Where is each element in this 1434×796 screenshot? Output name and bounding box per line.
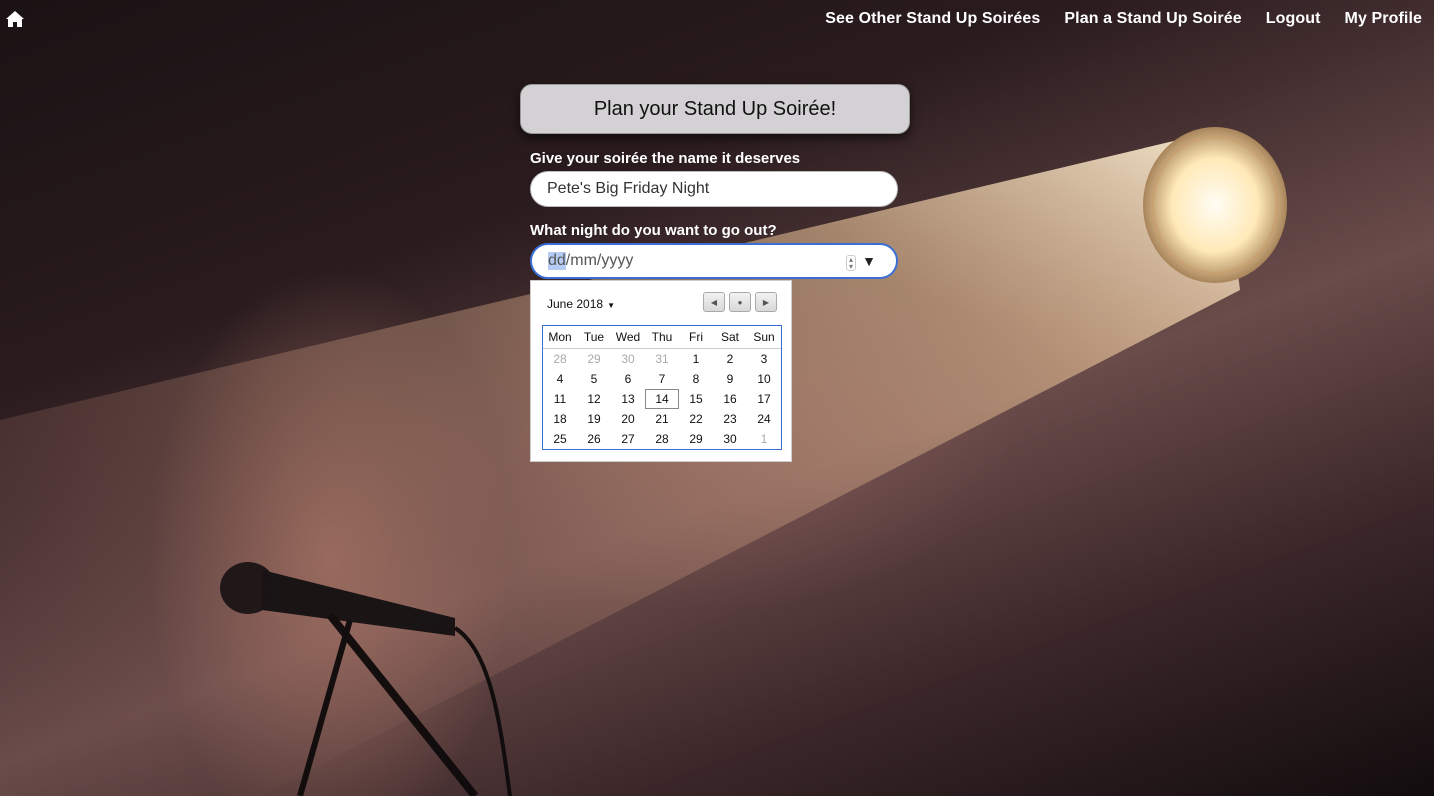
calendar-week-row: 28 29 30 31 1 2 3 <box>543 349 781 369</box>
calendar-day[interactable]: 4 <box>543 370 577 388</box>
calendar-day[interactable]: 3 <box>747 350 781 368</box>
calendar-day[interactable]: 2 <box>713 350 747 368</box>
soiree-name-value: Pete's Big Friday Night <box>547 180 710 197</box>
date-picker-popup: June 2018 ▼ ◀ ● ▶ Mon Tue Wed Thu Fri Sat… <box>530 280 792 462</box>
calendar-day[interactable]: 1 <box>679 350 713 368</box>
weekday-label: Sat <box>720 330 739 344</box>
calendar-day[interactable]: 29 <box>577 350 611 368</box>
stepper-icon[interactable]: ▴ ▾ <box>846 255 856 271</box>
navbar: See Other Stand Up Soirées Plan a Stand … <box>0 0 1434 40</box>
today-button[interactable]: ● <box>729 292 751 312</box>
calendar-day[interactable]: 12 <box>577 390 611 408</box>
calendar-day[interactable]: 28 <box>543 350 577 368</box>
calendar-day[interactable]: 22 <box>679 410 713 428</box>
calendar-day[interactable]: 26 <box>577 430 611 448</box>
date-rest-segment[interactable]: /mm/yyyy <box>566 252 634 270</box>
month-label: June 2018 <box>547 297 604 311</box>
dropdown-arrow-icon[interactable]: ▼ <box>862 253 876 269</box>
calendar-day[interactable]: 23 <box>713 410 747 428</box>
page-title: Plan your Stand Up Soirée! <box>520 84 910 134</box>
weekday-label: Fri <box>689 330 703 344</box>
calendar-week-row: 11 12 13 14 15 16 17 <box>543 389 781 409</box>
calendar-day[interactable]: 19 <box>577 410 611 428</box>
calendar-day[interactable]: 1 <box>747 430 781 448</box>
date-input[interactable]: dd/mm/yyyy ▴ ▾ ▼ <box>530 243 898 279</box>
calendar-day[interactable]: 8 <box>679 370 713 388</box>
calendar-day[interactable]: 29 <box>679 430 713 448</box>
calendar-week-row: 18 19 20 21 22 23 24 <box>543 409 781 429</box>
calendar-day[interactable]: 21 <box>645 410 679 428</box>
weekday-label: Wed <box>615 330 641 344</box>
prev-month-button[interactable]: ◀ <box>703 292 725 312</box>
calendar-weekday-row: Mon Tue Wed Thu Fri Sat Sun <box>543 326 781 349</box>
calendar-day[interactable]: 24 <box>747 410 781 428</box>
soiree-name-input[interactable]: Pete's Big Friday Night <box>530 171 898 207</box>
calendar-day[interactable]: 9 <box>713 370 747 388</box>
calendar-week-row: 4 5 6 7 8 9 10 <box>543 369 781 389</box>
calendar-day[interactable]: 16 <box>713 390 747 408</box>
nav-link-plan[interactable]: Plan a Stand Up Soirée <box>1064 10 1241 28</box>
picker-nav: ◀ ● ▶ <box>703 292 777 312</box>
calendar-day[interactable]: 20 <box>611 410 645 428</box>
calendar-day[interactable]: 7 <box>645 370 679 388</box>
nav-link-see-other[interactable]: See Other Stand Up Soirées <box>825 10 1040 28</box>
month-select[interactable]: June 2018 ▼ <box>547 297 615 311</box>
date-day-segment[interactable]: dd <box>548 252 566 270</box>
nav-link-logout[interactable]: Logout <box>1266 10 1321 28</box>
calendar-day[interactable]: 11 <box>543 390 577 408</box>
calendar-day[interactable]: 15 <box>679 390 713 408</box>
nav-link-my-profile[interactable]: My Profile <box>1345 10 1422 28</box>
name-label: Give your soirée the name it deserves <box>530 150 801 167</box>
calendar-day[interactable]: 25 <box>543 430 577 448</box>
calendar-day[interactable]: 28 <box>645 430 679 448</box>
date-label: What night do you want to go out? <box>530 222 777 239</box>
calendar-day[interactable]: 30 <box>713 430 747 448</box>
weekday-label: Mon <box>548 330 572 344</box>
calendar-week-row: 25 26 27 28 29 30 1 <box>543 429 781 449</box>
calendar-day-today[interactable]: 14 <box>645 389 679 409</box>
weekday-label: Thu <box>651 330 673 344</box>
calendar-day[interactable]: 10 <box>747 370 781 388</box>
calendar-day[interactable]: 5 <box>577 370 611 388</box>
calendar-grid: Mon Tue Wed Thu Fri Sat Sun 28 29 30 31 … <box>542 325 782 450</box>
calendar-day[interactable]: 18 <box>543 410 577 428</box>
calendar-day[interactable]: 30 <box>611 350 645 368</box>
calendar-day[interactable]: 13 <box>611 390 645 408</box>
microphone <box>220 562 512 796</box>
next-month-button[interactable]: ▶ <box>755 292 777 312</box>
calendar-day[interactable]: 6 <box>611 370 645 388</box>
weekday-label: Sun <box>753 330 775 344</box>
nav-links: See Other Stand Up Soirées Plan a Stand … <box>825 10 1422 28</box>
spotlight-lamp <box>1143 127 1287 283</box>
weekday-label: Tue <box>583 330 605 344</box>
calendar-day[interactable]: 17 <box>747 390 781 408</box>
calendar-day[interactable]: 27 <box>611 430 645 448</box>
calendar-day[interactable]: 31 <box>645 350 679 368</box>
home-icon[interactable] <box>5 10 25 28</box>
caret-down-icon: ▼ <box>607 301 615 310</box>
